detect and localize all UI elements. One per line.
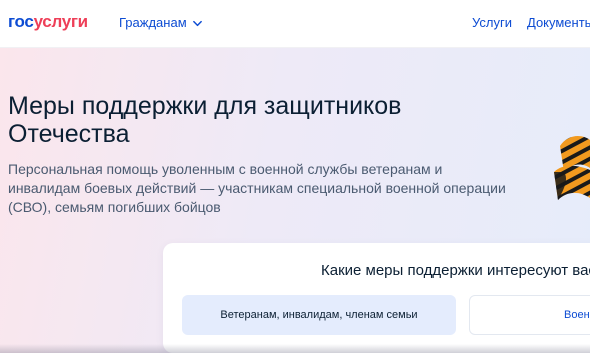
option-veterans-button[interactable]: Ветеранам, инвалидам, членам семьи bbox=[182, 295, 456, 335]
option-military-button[interactable]: Военнослужащим bbox=[469, 295, 590, 335]
page-title: Меры поддержки для защитников Отечества bbox=[8, 92, 402, 148]
site-header: госуслуги Гражданам Услуги Документы bbox=[0, 0, 590, 48]
nav-services-link[interactable]: Услуги bbox=[472, 15, 512, 30]
nav-citizens-dropdown[interactable]: Гражданам bbox=[119, 15, 203, 30]
support-question-heading: Какие меры поддержки интересуют вас? bbox=[321, 262, 590, 279]
nav-documents-link[interactable]: Документы bbox=[527, 15, 590, 30]
bottom-shadow bbox=[0, 344, 590, 353]
logo-part2: услуги bbox=[33, 12, 89, 31]
nav-citizens-label: Гражданам bbox=[119, 15, 187, 30]
st-george-ribbon-icon bbox=[554, 136, 590, 200]
page-subtitle: Персональная помощь уволенным с военной … bbox=[8, 161, 506, 215]
logo-part1: гос bbox=[8, 12, 34, 31]
gosuslugi-logo[interactable]: госуслуги bbox=[8, 12, 88, 32]
chevron-down-icon bbox=[192, 20, 202, 26]
